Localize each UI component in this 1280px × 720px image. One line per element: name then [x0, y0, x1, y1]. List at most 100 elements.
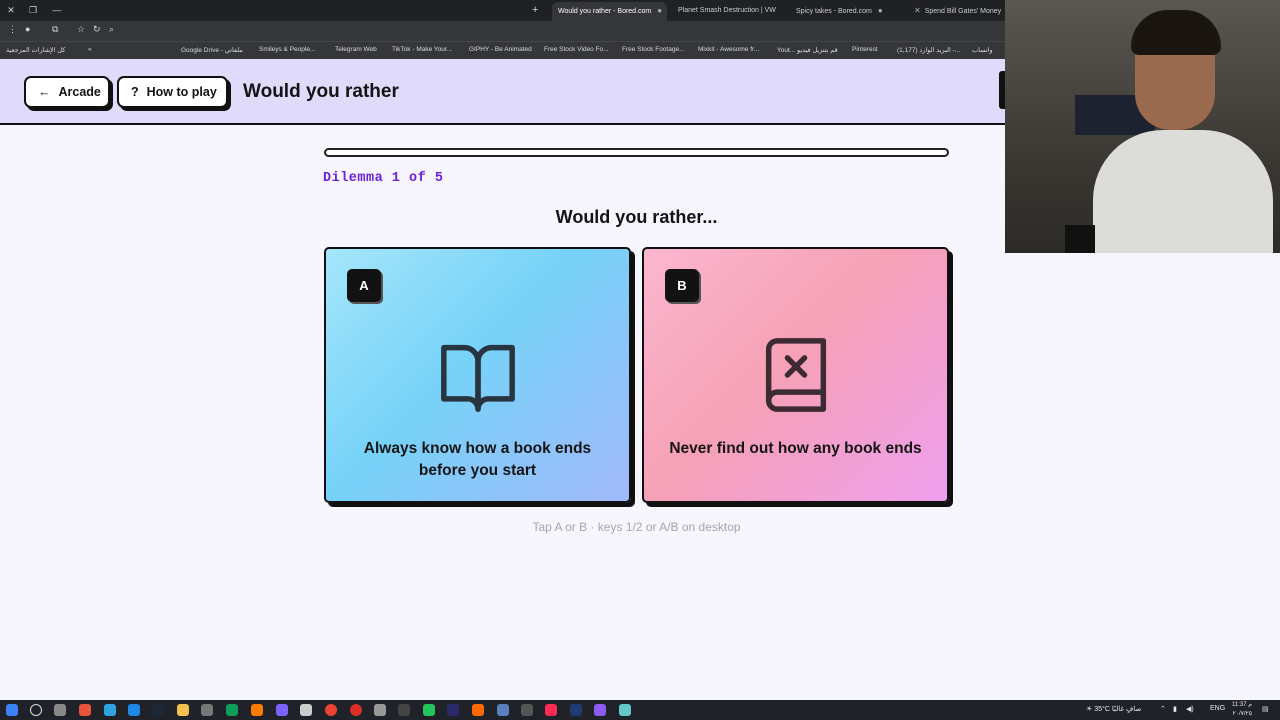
- option-a-text: Always know how a book ends before you s…: [363, 440, 592, 479]
- bookmark-item[interactable]: واتساب: [972, 46, 993, 54]
- bookmark-item[interactable]: TikTok - Make Your...: [392, 46, 452, 53]
- page: ← Arcade ? How to play Would you rather Di…: [0, 59, 1005, 700]
- arcade-button-label: Arcade: [58, 85, 101, 99]
- question-heading: Would you rather...: [555, 207, 718, 227]
- option-a-card[interactable]: A Always know how a book ends before you…: [324, 247, 631, 503]
- page-title: Would you rather: [243, 81, 399, 102]
- bookmark-item[interactable]: Telegram Web: [335, 46, 377, 53]
- app-icon[interactable]: [79, 704, 91, 716]
- app-header: ← Arcade ? How to play Would you rather: [0, 59, 1005, 125]
- tab-title: Spicy takes - Bored.com: [796, 8, 872, 15]
- bookmark-item[interactable]: Google Drive - ملفاتي: [181, 46, 243, 54]
- restore-window-icon[interactable]: ❐: [22, 0, 44, 21]
- app-icon[interactable]: [497, 704, 509, 716]
- bookmark-item[interactable]: Free Stock Video Fo...: [544, 46, 609, 53]
- tab-spicy-takes[interactable]: Spicy takes - Bored.com ●: [790, 2, 902, 21]
- extensions-icon[interactable]: ⧉: [52, 24, 58, 35]
- reload-icon[interactable]: ↻: [93, 24, 101, 35]
- webcam-microphone: [1065, 225, 1095, 253]
- clock-time: 11:37 م: [1232, 702, 1252, 708]
- windows-start-icon[interactable]: [6, 704, 18, 716]
- bookmark-item[interactable]: Free Stock Footage...: [622, 46, 685, 53]
- tab-spend-bill-gates[interactable]: ✕ Spend Bill Gates' Money: [908, 2, 1005, 21]
- app-icon[interactable]: [350, 704, 362, 716]
- app-icon[interactable]: [226, 704, 238, 716]
- app-icon[interactable]: [398, 704, 410, 716]
- webcam-overlay: [1005, 0, 1280, 253]
- minimize-window-icon[interactable]: —: [46, 0, 68, 21]
- app-icon[interactable]: [251, 704, 263, 716]
- file-explorer-icon[interactable]: [177, 704, 189, 716]
- bookmark-item[interactable]: (1,177) البريد الوارد -...: [897, 46, 960, 54]
- volume-icon[interactable]: ◀): [1186, 705, 1194, 713]
- tab-would-you-rather[interactable]: Would you rather - Bored.com ●: [552, 2, 667, 21]
- tab-planet-smash[interactable]: Planet Smash Destruction | VW: [672, 2, 784, 21]
- browser-toolbar: ⋮ ● ⧉ ☆ ↻ ⌕: [0, 21, 1005, 41]
- edge-icon[interactable]: [104, 704, 116, 716]
- taskbar: ☀ 35°C صافٍ غالبًا ⌃ ▮ ◀) ENG 11:37 م ٢٠…: [0, 700, 1280, 720]
- bookmarks-bar: كل الإشارات المرجعية « Google Drive - مل…: [0, 41, 1005, 59]
- book-x-icon: [765, 338, 826, 412]
- notifications-icon[interactable]: ▤: [1262, 705, 1269, 713]
- network-icon[interactable]: ▮: [1173, 705, 1177, 713]
- question-icon: ?: [131, 85, 139, 99]
- clock-date: ٢٠/٧/٢٥: [1232, 711, 1252, 717]
- open-book-icon: [440, 344, 515, 412]
- bookmark-item[interactable]: Mixkit - Awesome fr...: [698, 46, 759, 53]
- steam-icon[interactable]: [152, 704, 164, 716]
- app-icon[interactable]: [619, 704, 631, 716]
- bookmark-item[interactable]: Smileys & People...: [259, 46, 315, 53]
- task-view-icon[interactable]: [54, 704, 66, 716]
- photoshop-icon[interactable]: [570, 704, 582, 716]
- app-icon[interactable]: [594, 704, 606, 716]
- premiere-icon[interactable]: [447, 704, 459, 716]
- search-icon[interactable]: [30, 704, 42, 716]
- dilemma-counter: Dilemma 1 of 5: [323, 171, 444, 186]
- clock[interactable]: 11:37 م ٢٠/٧/٢٥: [1228, 701, 1252, 719]
- tab-title: Would you rather - Bored.com: [558, 8, 652, 15]
- app-icon[interactable]: [276, 704, 288, 716]
- arrow-left-icon: ←: [38, 85, 51, 99]
- progress-bar: [324, 148, 949, 157]
- browser-tabstrip: ✕ ❐ — + Would you rather - Bored.com ● Pl…: [0, 0, 1005, 21]
- weather-widget[interactable]: ☀ 35°C صافٍ غالبًا: [1086, 705, 1141, 713]
- how-to-play-button[interactable]: ? How to play: [117, 76, 228, 108]
- bookmark-item[interactable]: GIPHY - Be Animated: [469, 46, 532, 53]
- screen: ✕ ❐ — + Would you rather - Bored.com ● Pl…: [0, 0, 1280, 720]
- menu-dots-icon[interactable]: ⋮: [8, 24, 17, 35]
- app-icon[interactable]: [374, 704, 386, 716]
- bookmarks-overflow-icon[interactable]: «: [88, 46, 92, 53]
- xbox-icon[interactable]: [423, 704, 435, 716]
- bookmarks-folder[interactable]: كل الإشارات المرجعية: [6, 46, 65, 54]
- weather-icon: ☀: [1086, 706, 1093, 713]
- app-icon[interactable]: [521, 704, 533, 716]
- app-icon[interactable]: [300, 704, 312, 716]
- close-tab-icon[interactable]: ●: [878, 6, 883, 15]
- app-icon[interactable]: [128, 704, 140, 716]
- option-a-key: A: [347, 269, 381, 302]
- bookmark-item[interactable]: Yout... قم بتنزيل فيديو: [777, 46, 838, 54]
- settings-icon[interactable]: [201, 704, 213, 716]
- option-b-card[interactable]: B Never find out how any book ends: [642, 247, 949, 503]
- option-b-key: B: [665, 269, 699, 302]
- tiktok-icon[interactable]: [545, 704, 557, 716]
- tray-chevron-icon[interactable]: ⌃: [1160, 705, 1166, 713]
- how-to-play-label: How to play: [146, 85, 217, 99]
- new-tab-button[interactable]: +: [532, 0, 538, 21]
- zoom-icon[interactable]: ⌕: [109, 24, 114, 35]
- bookmark-item[interactable]: Pinterest: [852, 46, 878, 53]
- tab-title: Spend Bill Gates' Money: [924, 8, 1002, 15]
- language-indicator[interactable]: ENG: [1210, 705, 1225, 712]
- chrome-icon[interactable]: [325, 704, 337, 716]
- weather-text: 35°C صافٍ غالبًا: [1094, 706, 1142, 713]
- close-window-icon[interactable]: ✕: [0, 0, 22, 21]
- close-tab-icon[interactable]: ✕: [914, 6, 921, 15]
- keyboard-hint: Tap A or B · keys 1/2 or A/B on desktop: [532, 520, 741, 534]
- app-icon[interactable]: [472, 704, 484, 716]
- bookmark-star-icon[interactable]: ☆: [77, 24, 85, 35]
- webcam-person-hair: [1131, 10, 1221, 55]
- option-b-text: Never find out how any book ends: [669, 440, 922, 457]
- arcade-button[interactable]: ← Arcade: [24, 76, 110, 108]
- close-tab-icon[interactable]: ●: [657, 6, 662, 15]
- profile-avatar-icon[interactable]: ●: [25, 24, 30, 34]
